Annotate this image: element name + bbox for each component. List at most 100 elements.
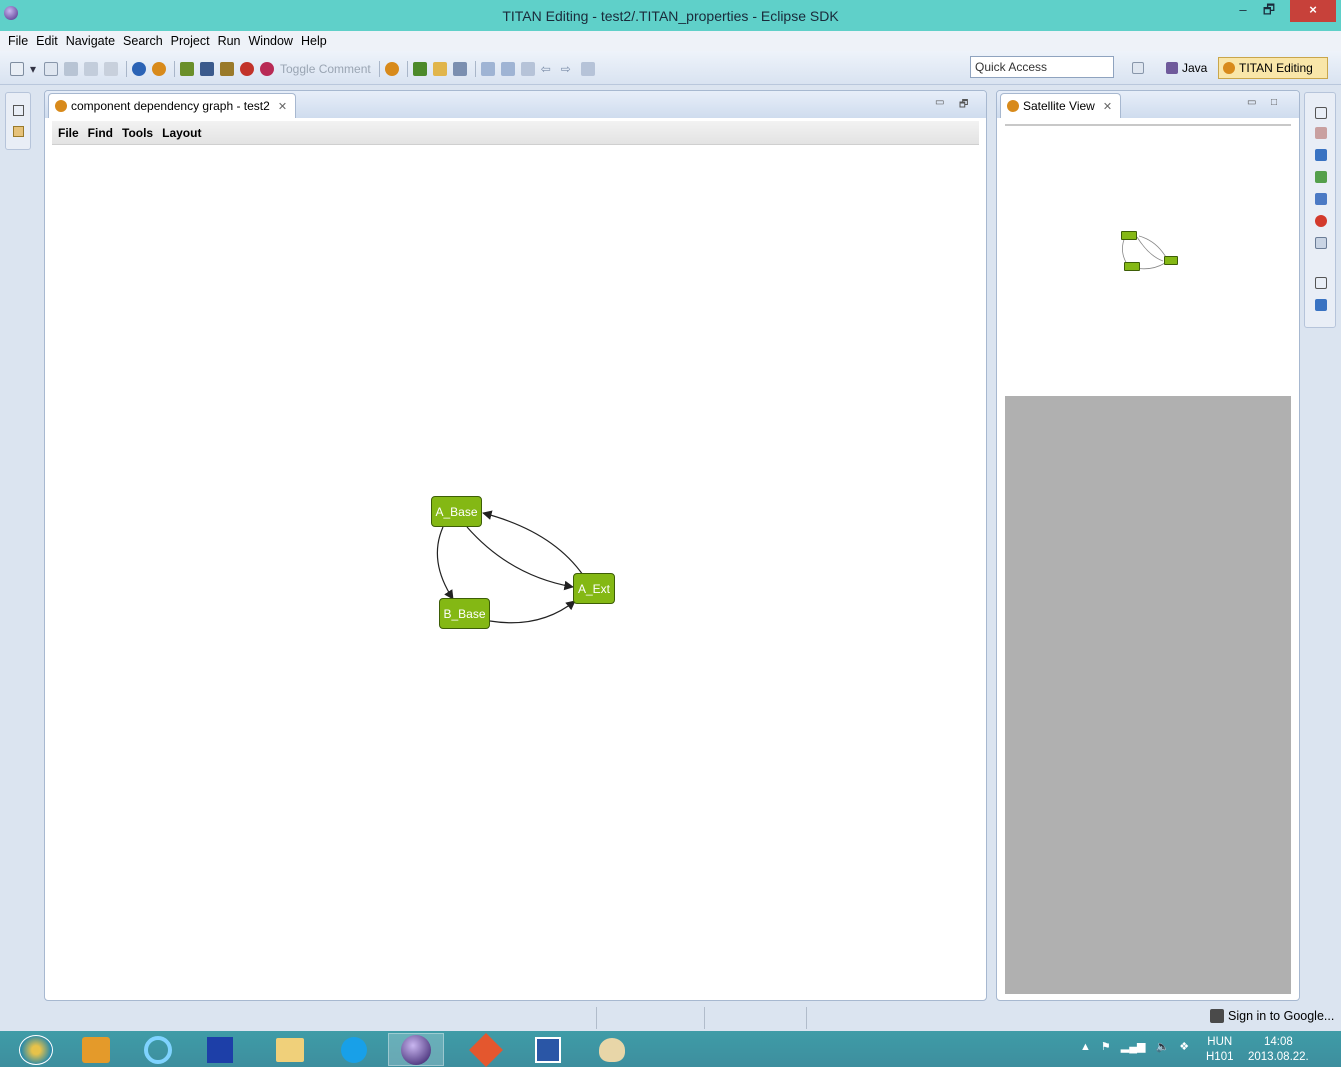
close-button[interactable]: ×	[1290, 0, 1336, 22]
paint-icon	[599, 1037, 625, 1062]
satellite-empty-area	[1005, 396, 1291, 994]
maximize-button[interactable]: 🗗	[1256, 0, 1282, 22]
taskbar-outlook[interactable]	[68, 1033, 124, 1066]
console-icon[interactable]	[1315, 149, 1327, 161]
save-all-icon[interactable]	[84, 62, 98, 76]
taskbar-eclipse[interactable]	[388, 1033, 444, 1066]
stop-icon[interactable]	[240, 62, 254, 76]
toolbar-separator	[378, 61, 380, 77]
taskbar-word[interactable]	[520, 1033, 576, 1066]
pencil-icon[interactable]	[452, 62, 467, 76]
eclipse-icon	[401, 1034, 431, 1065]
progress-icon[interactable]	[1315, 171, 1327, 183]
help-circle-icon[interactable]	[132, 62, 146, 76]
outlook-icon	[82, 1036, 110, 1063]
satellite-node-b-base	[1124, 262, 1140, 271]
new-project-icon[interactable]	[44, 62, 58, 76]
back-arrow-icon[interactable]: ⇦	[541, 62, 555, 76]
satellite-node-a-ext	[1164, 256, 1178, 265]
taskbar-skype[interactable]	[326, 1033, 382, 1066]
print-icon[interactable]	[104, 62, 118, 76]
toggle-comment-button[interactable]: Toggle Comment	[280, 62, 371, 76]
restore-icon[interactable]	[1315, 107, 1327, 119]
taskbar-file-explorer[interactable]	[262, 1033, 318, 1066]
open-folder-icon[interactable]	[432, 62, 447, 76]
tasks-icon[interactable]	[1315, 193, 1327, 205]
java-perspective-label: Java	[1182, 61, 1208, 75]
last-edit-icon[interactable]	[520, 62, 535, 76]
node-label: B_Base	[443, 606, 486, 621]
minimize-button[interactable]: –	[1230, 0, 1256, 22]
menu-edit[interactable]: Edit	[36, 34, 58, 48]
action-center-flag-icon[interactable]: ⚑	[1101, 1040, 1111, 1053]
edge-a-base-to-b-base	[436, 526, 454, 600]
titan-check-icon[interactable]	[220, 62, 234, 76]
menu-file[interactable]: File	[8, 34, 28, 48]
graph-node-a-base[interactable]: A_Base	[431, 496, 482, 527]
run-icon[interactable]	[412, 62, 427, 76]
start-button[interactable]	[8, 1033, 64, 1066]
status-bar	[0, 1003, 1341, 1031]
titan-editing-perspective-button[interactable]: TITAN Editing	[1218, 57, 1328, 79]
record-icon[interactable]	[260, 62, 274, 76]
pin-icon[interactable]	[580, 62, 595, 76]
menu-search[interactable]: Search	[123, 34, 163, 48]
graph-node-b-base[interactable]: B_Base	[439, 598, 490, 629]
package-explorer-icon[interactable]	[13, 126, 24, 137]
skype-icon	[341, 1036, 367, 1063]
show-hidden-icons-icon[interactable]: ▲	[1080, 1041, 1091, 1053]
word-icon	[535, 1036, 561, 1063]
satellite-node-a-base	[1121, 231, 1137, 240]
google-sign-in-button[interactable]: Sign in to Google...	[1210, 1009, 1334, 1023]
titan-perspective-icon[interactable]	[384, 62, 399, 76]
taskbar-far-manager[interactable]	[192, 1033, 248, 1066]
edge-a-ext-to-a-base	[482, 510, 584, 576]
titan-build-icon[interactable]	[200, 62, 214, 76]
network-icon[interactable]: ▂▄▆	[1121, 1040, 1146, 1053]
toolbar-separator	[126, 61, 127, 77]
properties-icon[interactable]	[1315, 237, 1327, 249]
graph-node-a-ext[interactable]: A_Ext	[573, 573, 615, 604]
java-perspective-button[interactable]: Java	[1166, 57, 1207, 79]
hierarchy-icon[interactable]	[1315, 299, 1327, 311]
menu-window[interactable]: Window	[249, 34, 293, 48]
window-title: TITAN Editing - test2/.TITAN_properties …	[502, 8, 839, 24]
titan-editing-perspective-label: TITAN Editing	[1239, 61, 1313, 75]
graph-edges	[436, 510, 584, 624]
restore-icon[interactable]	[13, 105, 24, 116]
problems-icon[interactable]	[1315, 215, 1327, 227]
volume-icon[interactable]: 🔈	[1155, 1040, 1169, 1053]
open-perspective-button[interactable]	[1132, 57, 1148, 79]
edge-b-base-to-a-ext	[489, 600, 576, 624]
menu-run[interactable]: Run	[218, 34, 241, 48]
taskbar-internet-explorer[interactable]	[130, 1033, 186, 1066]
save-icon[interactable]	[64, 62, 78, 76]
dropbox-icon[interactable]: ❖	[1179, 1040, 1189, 1053]
clock[interactable]: 14:08 2013.08.22.	[1248, 1035, 1309, 1065]
sign-in-label: Sign in to Google...	[1228, 1009, 1335, 1023]
titan-icon[interactable]	[152, 62, 166, 76]
next-annotation-icon[interactable]	[480, 62, 495, 76]
toolbar-separator	[406, 61, 408, 77]
git-icon	[469, 1032, 503, 1067]
taskbar-paint[interactable]	[584, 1033, 640, 1066]
quick-access-input[interactable]: Quick Access	[970, 56, 1114, 78]
new-dropdown-icon[interactable]: ▾	[30, 62, 38, 76]
taskbar-git[interactable]	[458, 1032, 514, 1067]
prev-annotation-icon[interactable]	[500, 62, 515, 76]
titan-editing-icon	[1223, 62, 1235, 74]
satellite-edges	[1122, 235, 1168, 270]
java-icon	[1166, 62, 1178, 74]
system-tray: ▲ ⚑ ▂▄▆ 🔈 ❖	[1080, 1040, 1199, 1054]
menu-navigate[interactable]: Navigate	[66, 34, 115, 48]
restore-icon[interactable]	[1315, 277, 1327, 289]
menu-help[interactable]: Help	[301, 34, 327, 48]
new-file-icon[interactable]	[10, 62, 24, 76]
outline-icon[interactable]	[1315, 127, 1327, 139]
input-language[interactable]: HUN H101	[1206, 1035, 1234, 1065]
status-divider	[704, 1007, 705, 1029]
forward-arrow-icon[interactable]: ⇨	[561, 62, 575, 76]
menu-project[interactable]: Project	[171, 34, 210, 48]
titan-tool-icon[interactable]	[180, 62, 194, 76]
right-trim-stack	[1304, 92, 1336, 328]
